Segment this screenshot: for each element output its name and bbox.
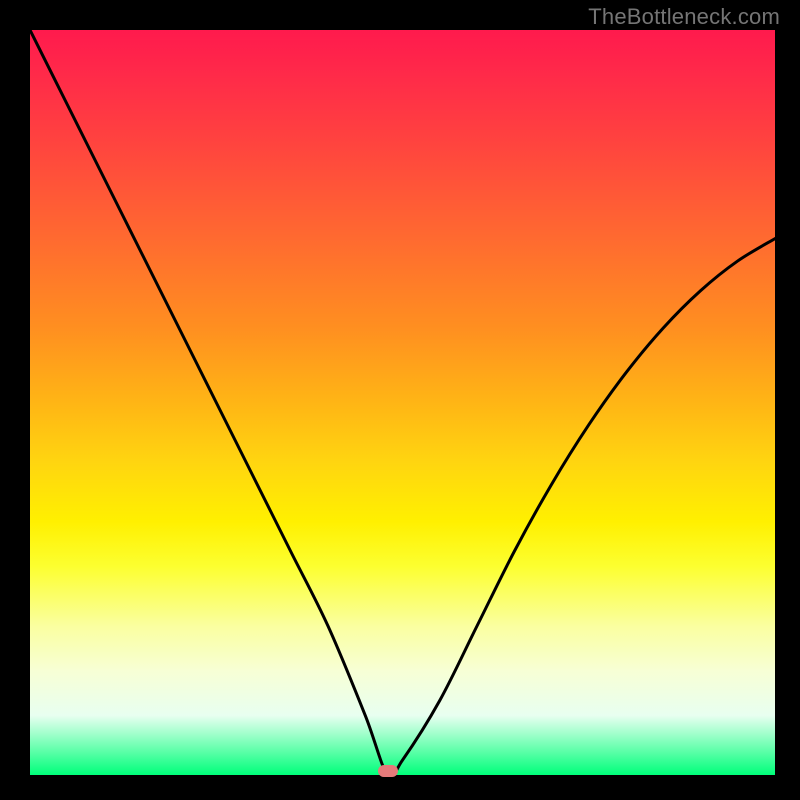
chart-frame: TheBottleneck.com	[0, 0, 800, 800]
bottleneck-curve	[30, 30, 775, 775]
watermark-text: TheBottleneck.com	[588, 4, 780, 30]
curve-svg	[30, 30, 775, 775]
plot-area	[30, 30, 775, 775]
minimum-marker	[378, 765, 398, 777]
